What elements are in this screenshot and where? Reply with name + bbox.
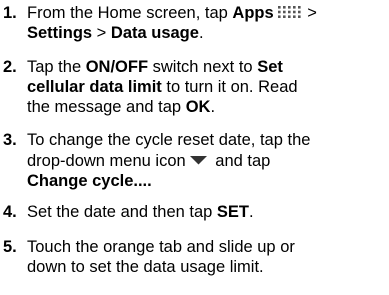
text-run: drop-down menu icon: [27, 152, 186, 170]
change-cycle-label: Change cycle...: [27, 172, 148, 190]
step-text: Tap the ON/OFF switch next to Set cellul…: [27, 57, 389, 117]
dropdown-triangle-icon: [189, 150, 208, 165]
text-run: .: [198, 24, 204, 42]
text-run: and tap: [210, 152, 271, 170]
text-run: the message and tap: [27, 98, 186, 116]
step-line: Tap the ON/OFF switch next to Set: [27, 57, 389, 77]
step-number: 4.: [3, 203, 17, 221]
text-run: .: [210, 98, 216, 116]
step-text: Set the date and then tap SET.: [27, 202, 389, 222]
data-usage-label: Data usage: [110, 24, 199, 42]
step-number: 2.: [3, 58, 17, 76]
text-run: Touch the orange tab and slide up or: [27, 238, 295, 256]
text-run: down to set the data usage limit.: [27, 258, 264, 276]
text-run: switch next to: [148, 58, 258, 76]
on-off-label: ON/OFF: [85, 58, 149, 76]
step-line: down to set the data usage limit.: [27, 257, 389, 277]
step-text: From the Home screen, tap Apps > Setting…: [27, 3, 389, 43]
text-run: Tap the: [27, 58, 86, 76]
apps-label: Apps: [232, 4, 274, 22]
step-number: 3.: [3, 131, 17, 149]
text-run: From the Home screen, tap: [27, 4, 233, 22]
cellular-data-limit-label: cellular data limit: [27, 78, 162, 96]
text-run: >: [302, 4, 317, 22]
step-line: Settings > Data usage.: [27, 23, 389, 43]
apps-grid-icon: [277, 4, 301, 18]
text-run: .: [249, 203, 254, 221]
set-cellular-label: Set: [257, 58, 283, 76]
text-run: >: [92, 24, 111, 42]
step-line: Change cycle....: [27, 171, 389, 191]
step-line: Touch the orange tab and slide up or: [27, 237, 389, 257]
text-run: .: [147, 172, 152, 190]
step-line: Set the date and then tap SET.: [27, 202, 389, 222]
ok-label: OK: [185, 98, 211, 116]
settings-label: Settings: [27, 24, 93, 42]
text-run: To change the cycle reset date, tap the: [27, 131, 311, 149]
step-text: To change the cycle reset date, tap the …: [27, 130, 389, 191]
step-line: cellular data limit to turn it on. Read: [27, 77, 389, 97]
step-text: Touch the orange tab and slide up or dow…: [27, 237, 389, 277]
step-line: From the Home screen, tap Apps >: [27, 3, 389, 23]
instruction-steps: 1. From the Home screen, tap Apps > Sett…: [0, 0, 389, 295]
text-run: to turn it on. Read: [161, 78, 298, 96]
set-label: SET: [216, 203, 249, 221]
step-line: the message and tap OK.: [27, 97, 389, 117]
text-run: Set the date and then tap: [27, 203, 217, 221]
step-line: drop-down menu icon and tap: [27, 150, 389, 171]
step-number: 1.: [3, 4, 17, 22]
step-number: 5.: [3, 238, 17, 256]
step-line: To change the cycle reset date, tap the: [27, 130, 389, 150]
